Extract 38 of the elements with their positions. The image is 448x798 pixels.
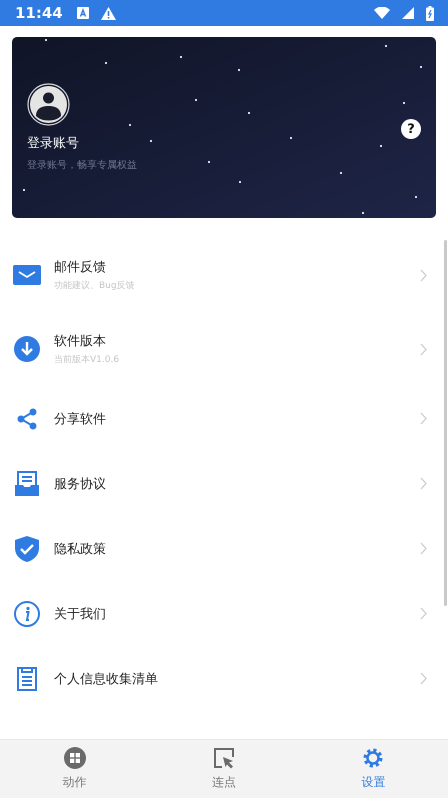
- chevron-right-icon: [420, 477, 427, 490]
- chevron-right-icon: [420, 672, 427, 685]
- chevron-right-icon: [420, 342, 427, 356]
- menu-item-subtitle: 当前版本V1.0.6: [54, 354, 120, 366]
- signal-icon: [402, 7, 414, 19]
- battery-icon: [426, 6, 434, 20]
- scrollbar[interactable]: [444, 240, 447, 606]
- chevron-right-icon: [420, 542, 427, 555]
- avatar-icon: [27, 83, 70, 126]
- menu-item[interactable]: 软件版本: [54, 332, 420, 350]
- menu-item[interactable]: 分享软件: [54, 410, 420, 428]
- envelope-icon: [13, 265, 41, 285]
- nav-tab[interactable]: 设置: [298, 740, 448, 798]
- chevron-right-icon: [420, 268, 427, 282]
- chevron-right-icon: [420, 412, 427, 425]
- login-subtitle: 登录账号，畅享专属权益: [27, 158, 137, 172]
- shield-check-icon: [15, 536, 39, 562]
- menu-item[interactable]: 关于我们: [54, 604, 420, 622]
- menu-item[interactable]: 服务协议: [54, 474, 420, 492]
- login-title[interactable]: 登录账号: [27, 134, 79, 152]
- menu-item[interactable]: 隐私政策: [54, 540, 420, 558]
- chevron-right-icon: [420, 607, 427, 620]
- cursor-click-icon: [212, 747, 235, 769]
- download-icon: [14, 336, 40, 362]
- info-icon: [14, 600, 40, 626]
- gear-icon: [362, 747, 384, 769]
- checklist-icon: [17, 666, 37, 690]
- warning-icon: [100, 6, 116, 20]
- menu-item[interactable]: 个人信息收集清单: [54, 670, 420, 688]
- status-time: 11:44: [15, 4, 63, 22]
- document-tray-icon: [14, 470, 40, 496]
- share-icon: [16, 408, 38, 430]
- nav-tab[interactable]: 动作: [0, 740, 150, 798]
- wifi-icon: [374, 7, 390, 19]
- menu-item[interactable]: 邮件反馈: [54, 258, 420, 276]
- nav-tab[interactable]: 连点: [149, 740, 299, 798]
- menu-item-subtitle: 功能建议、Bug反馈: [54, 280, 136, 292]
- app-notification-icon: [76, 7, 89, 19]
